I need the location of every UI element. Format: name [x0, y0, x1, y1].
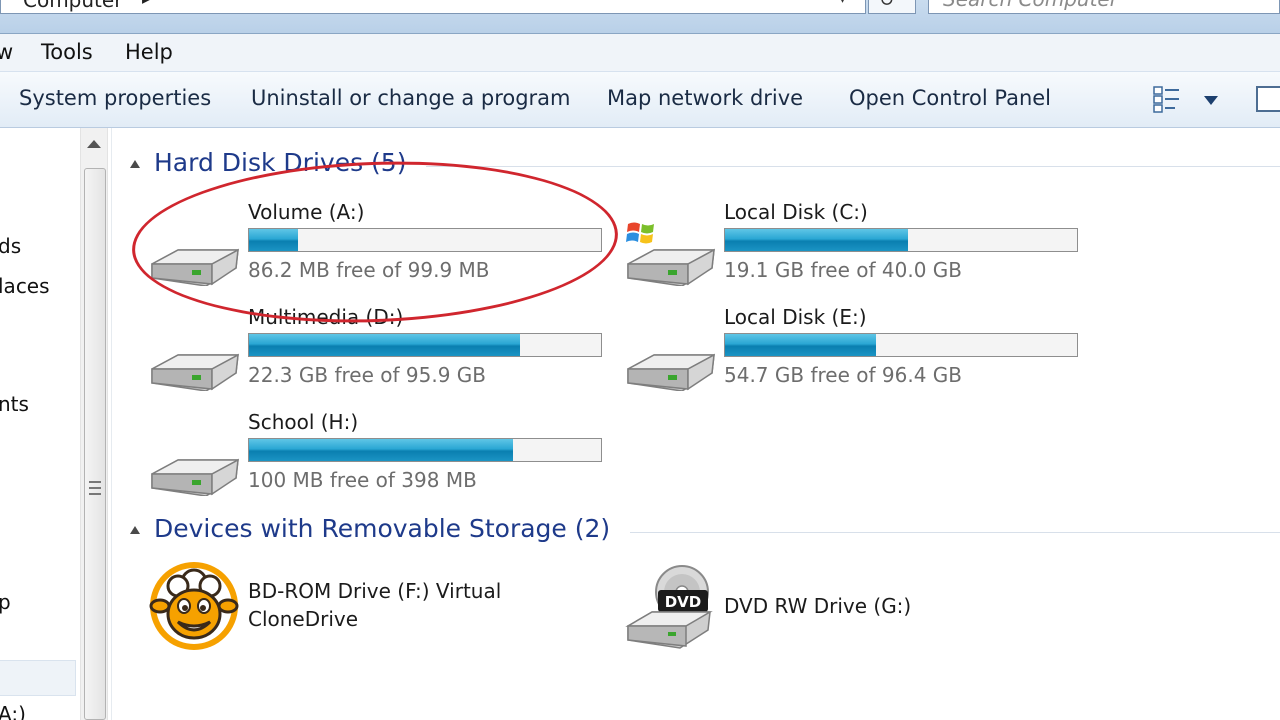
nav-item-downloads[interactable]: ds	[0, 234, 21, 258]
drive-free-space: 86.2 MB free of 99.9 MB	[248, 258, 490, 282]
device-name: BD-ROM Drive (F:) Virtual CloneDrive	[248, 579, 502, 631]
nav-scrollbar[interactable]	[80, 128, 108, 720]
command-bar: System properties Uninstall or change a …	[0, 72, 1280, 128]
group-title-hard-disks: Hard Disk Drives (5)	[154, 148, 407, 177]
drive-usage-bar	[248, 333, 602, 357]
collapse-icon[interactable]	[130, 160, 140, 168]
drive-free-space: 22.3 GB free of 95.9 GB	[248, 363, 486, 387]
hard-drive-icon	[151, 353, 239, 391]
drive-usage-bar	[248, 228, 602, 252]
scrollbar-thumb[interactable]	[84, 168, 106, 720]
scroll-up-icon[interactable]	[87, 140, 101, 148]
breadcrumb-arrow-icon[interactable]: ▸	[142, 0, 150, 8]
drive-item[interactable]: Local Disk (E:) 54.7 GB free of 96.4 GB	[624, 305, 1094, 405]
device-item-bdrom[interactable]: BD-ROM Drive (F:) Virtual CloneDrive	[148, 560, 568, 670]
drive-usage-fill	[249, 439, 513, 461]
search-input[interactable]: Search Computer	[928, 0, 1280, 14]
address-dropdown-icon[interactable]: ▾	[839, 0, 846, 7]
system-properties-button[interactable]: System properties	[19, 86, 211, 110]
drive-usage-fill	[725, 229, 909, 251]
drive-name: Multimedia (D:)	[248, 305, 404, 329]
drive-item[interactable]: School (H:) 100 MB free of 398 MB	[148, 410, 618, 510]
address-field[interactable]: Computer ▸ ▾	[0, 0, 866, 14]
drive-free-space: 19.1 GB free of 40.0 GB	[724, 258, 962, 282]
dvd-badge: DVD	[665, 593, 702, 611]
nav-item-volume-a[interactable]: A:)	[0, 702, 26, 720]
view-dropdown-icon[interactable]	[1204, 96, 1218, 105]
details-view-icon	[1153, 86, 1179, 113]
collapse-icon[interactable]	[130, 526, 140, 534]
clonedrive-sheep-icon	[149, 562, 239, 650]
hard-drive-icon	[151, 248, 239, 286]
device-name: DVD RW Drive (G:)	[724, 594, 912, 618]
map-network-drive-button[interactable]: Map network drive	[607, 86, 803, 110]
hard-drive-icon	[627, 353, 715, 391]
drive-name: Local Disk (C:)	[724, 200, 868, 224]
search-placeholder: Search Computer	[943, 0, 1118, 11]
windows-drive-icon	[626, 222, 715, 286]
uninstall-program-button[interactable]: Uninstall or change a program	[251, 86, 571, 110]
change-view-button[interactable]	[1152, 84, 1222, 116]
drive-free-space: 100 MB free of 398 MB	[248, 468, 477, 492]
drive-usage-fill	[249, 229, 299, 251]
drive-name: Local Disk (E:)	[724, 305, 867, 329]
drive-free-space: 54.7 GB free of 96.4 GB	[724, 363, 962, 387]
menu-item-view[interactable]: w	[0, 40, 13, 64]
drive-item[interactable]: Local Disk (C:) 19.1 GB free of 40.0 GB	[624, 200, 1094, 300]
drive-name: School (H:)	[248, 410, 359, 434]
drive-name: Volume (A:)	[248, 200, 365, 224]
menu-item-tools[interactable]: Tools	[41, 40, 93, 64]
group-header-hard-disks[interactable]: Hard Disk Drives (5)	[130, 148, 1280, 182]
group-divider	[630, 532, 1280, 533]
dvd-drive-icon: DVD	[625, 565, 713, 649]
menu-item-help[interactable]: Help	[125, 40, 173, 64]
menu-bar: w Tools Help	[0, 34, 1280, 72]
drive-usage-bar	[724, 333, 1078, 357]
hard-drive-icon	[151, 458, 239, 496]
refresh-icon: ↻	[879, 0, 895, 11]
preview-pane-button[interactable]	[1256, 86, 1280, 112]
open-control-panel-button[interactable]: Open Control Panel	[849, 86, 1051, 110]
nav-item-desktop[interactable]: p	[0, 590, 11, 614]
nav-selected-item[interactable]	[0, 660, 76, 696]
address-bar: Computer ▸ ▾ ↻ Search Computer	[0, 0, 1280, 34]
drive-item[interactable]: Multimedia (D:) 22.3 GB free of 95.9 GB	[148, 305, 618, 405]
nav-item-recent-places[interactable]: laces	[0, 274, 50, 298]
group-divider	[426, 166, 1280, 167]
group-header-removable[interactable]: Devices with Removable Storage (2)	[130, 514, 1280, 548]
drive-usage-bar	[724, 228, 1078, 252]
drive-usage-fill	[725, 334, 877, 356]
drive-usage-bar	[248, 438, 602, 462]
content-area: Hard Disk Drives (5) Volume (A:) 86.2 MB …	[112, 128, 1280, 720]
refresh-button[interactable]: ↻	[868, 0, 916, 14]
address-path-segment[interactable]: Computer	[23, 0, 122, 12]
grip-icon	[89, 481, 101, 495]
navigation-pane: ds laces nts p A:)	[0, 128, 80, 720]
nav-item-documents[interactable]: nts	[0, 392, 29, 416]
drive-usage-fill	[249, 334, 521, 356]
group-title-removable: Devices with Removable Storage (2)	[154, 514, 611, 543]
device-item-dvd[interactable]: DVD DVD RW Drive (G:)	[624, 564, 1024, 674]
drive-item[interactable]: Volume (A:) 86.2 MB free of 99.9 MB	[148, 200, 618, 300]
